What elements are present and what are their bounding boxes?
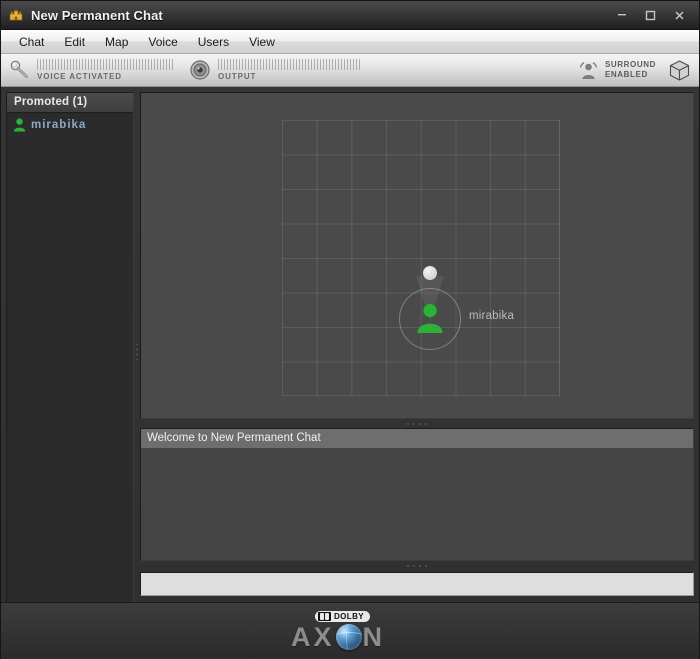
castle-icon (8, 7, 24, 23)
promoted-users-panel: Promoted (1) mirabika (6, 92, 134, 612)
voice-activation-meter: VOICE ACTIVATED (37, 59, 175, 81)
horizontal-splitter[interactable] (140, 419, 694, 428)
user-name: mirabika (31, 119, 87, 131)
splitter-grip-dots (407, 422, 427, 425)
toolbar-right-group: SURROUND ENABLED (579, 54, 691, 86)
menu-item-voice[interactable]: Voice (138, 32, 187, 52)
chat-input-wrapper (140, 572, 694, 596)
menu-item-users[interactable]: Users (188, 32, 239, 52)
main-body: Promoted (1) mirabika mirabika Welcome t… (1, 87, 699, 659)
speaker-icon[interactable] (189, 59, 211, 81)
axon-text-left: AX (291, 621, 335, 652)
globe-icon (335, 624, 362, 650)
chat-message: Welcome to New Permanent Chat (141, 429, 693, 448)
dolby-axon-logo: DOLBY AX N (291, 610, 409, 652)
splitter-grip-dots (136, 343, 138, 361)
minimize-button[interactable] (608, 5, 635, 25)
menu-bar: Chat Edit Map Voice Users View (1, 30, 699, 54)
surround-head-icon[interactable] (579, 61, 598, 80)
avatar[interactable]: mirabika (399, 266, 514, 350)
right-column: mirabika Welcome to New Permanent Chat (140, 92, 694, 612)
toolbar: VOICE ACTIVATED OUTPUT SURROUND ENABLED (1, 54, 699, 87)
dolby-double-d-icon (318, 611, 331, 621)
dolby-badge: DOLBY (315, 610, 370, 622)
list-item[interactable]: mirabika (7, 116, 133, 134)
output-meter: OUTPUT (218, 59, 360, 81)
menu-item-map[interactable]: Map (95, 32, 138, 52)
maximize-button[interactable] (637, 5, 664, 25)
axon-text-right: N (362, 621, 386, 652)
horizontal-splitter-lower[interactable] (140, 561, 694, 570)
title-bar: New Permanent Chat (1, 1, 699, 30)
surround-status: SURROUND ENABLED (605, 60, 656, 80)
map-view[interactable]: mirabika (140, 92, 694, 419)
axon-wordmark: AX N (291, 622, 385, 653)
menu-item-chat[interactable]: Chat (9, 32, 54, 52)
chat-log[interactable]: Welcome to New Permanent Chat (140, 428, 694, 561)
close-button[interactable] (666, 5, 693, 25)
microphone-icon[interactable] (9, 59, 31, 81)
chat-input[interactable] (140, 572, 694, 596)
application-window: New Permanent Chat Chat Edit Map Voice U… (0, 0, 700, 659)
dolby-label: DOLBY (334, 611, 364, 621)
menu-item-view[interactable]: View (239, 32, 285, 52)
map-grid (282, 120, 560, 396)
voice-meter-label: VOICE ACTIVATED (37, 72, 122, 81)
promoted-header: Promoted (1) (7, 93, 133, 113)
avatar-body-icon (415, 302, 445, 334)
surround-status-line2: ENABLED (604, 70, 648, 79)
splitter-grip-dots (407, 564, 427, 567)
window-controls (608, 1, 693, 29)
user-list: mirabika (7, 113, 133, 134)
avatar-orientation-dot (423, 266, 437, 280)
output-meter-label: OUTPUT (218, 72, 257, 81)
voice-level-bar (37, 59, 175, 70)
menu-item-edit[interactable]: Edit (54, 32, 95, 52)
output-level-bar (218, 59, 360, 70)
footer-branding: DOLBY AX N (1, 602, 699, 658)
user-avatar-icon (13, 118, 26, 132)
surround-status-line1: SURROUND (604, 60, 656, 69)
avatar-name-label: mirabika (469, 310, 515, 322)
cube-icon[interactable] (668, 59, 691, 82)
window-title: New Permanent Chat (31, 7, 163, 23)
